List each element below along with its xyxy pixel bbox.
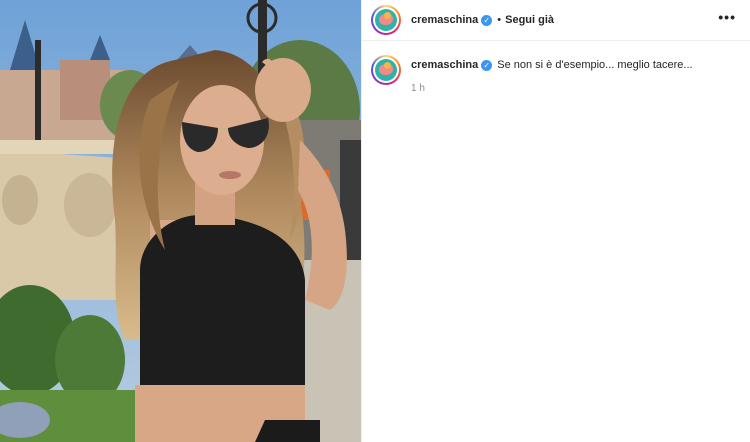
caption: cremaschina ✓ Se non si è d'esempio... m… — [371, 55, 693, 94]
header-divider — [362, 40, 750, 41]
following-button[interactable]: Segui già — [505, 14, 554, 26]
avatar[interactable] — [371, 5, 401, 35]
caption-avatar-ring — [373, 57, 399, 83]
post-header: cremaschina ✓ • Segui già — [362, 0, 750, 40]
photo-image — [0, 0, 361, 442]
caption-avatar-image — [375, 59, 397, 81]
avatar-shape-accent — [384, 62, 391, 69]
caption-body: cremaschina ✓ Se non si è d'esempio... m… — [411, 55, 693, 94]
post-side-panel: cremaschina ✓ • Segui già ••• cremaschin… — [362, 0, 750, 442]
header-separator: • — [497, 14, 502, 26]
caption-username[interactable]: cremaschina — [411, 59, 478, 71]
post-username[interactable]: cremaschina — [411, 14, 478, 26]
more-options-icon[interactable]: ••• — [718, 9, 736, 25]
verified-badge-icon: ✓ — [481, 14, 493, 26]
verified-badge-icon: ✓ — [481, 59, 493, 71]
caption-avatar[interactable] — [371, 55, 401, 85]
caption-line: cremaschina ✓ Se non si è d'esempio... m… — [411, 59, 693, 71]
avatar-ring — [373, 7, 399, 33]
caption-text: Se non si è d'esempio... meglio tacere..… — [497, 59, 693, 71]
avatar-shape-accent — [384, 12, 391, 19]
post-timestamp[interactable]: 1 h — [411, 83, 693, 94]
post-photo[interactable] — [0, 0, 361, 442]
avatar-image — [375, 9, 397, 31]
